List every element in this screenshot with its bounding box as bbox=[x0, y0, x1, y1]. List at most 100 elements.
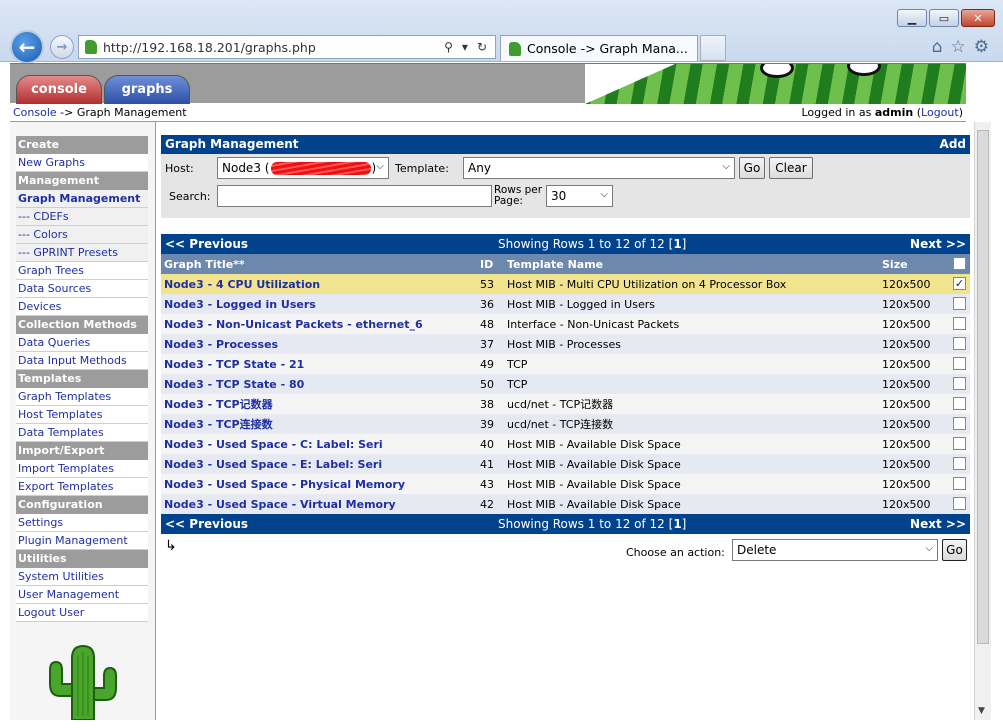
sidebar-item-graph-management[interactable]: Graph Management bbox=[16, 190, 148, 208]
search-input[interactable] bbox=[217, 185, 492, 207]
row-checkbox[interactable] bbox=[953, 437, 966, 450]
row-checkbox[interactable]: ✓ bbox=[953, 277, 966, 290]
row-checkbox[interactable] bbox=[953, 477, 966, 490]
graph-title-link[interactable]: Node3 - Used Space - Virtual Memory bbox=[164, 498, 396, 511]
graph-title-link[interactable]: Node3 - Used Space - C: Label: Seri bbox=[164, 438, 383, 451]
add-graph-link[interactable]: Add bbox=[940, 135, 966, 154]
sidebar-item-colors[interactable]: --- Colors bbox=[16, 226, 148, 244]
sidebar-item-new-graphs[interactable]: New Graphs bbox=[16, 154, 148, 172]
close-window-button[interactable]: ✕ bbox=[961, 9, 995, 27]
column-graph-title[interactable]: Graph Title** bbox=[164, 258, 245, 271]
sidebar-item-graph-trees[interactable]: Graph Trees bbox=[16, 262, 148, 280]
table-row[interactable]: Node3 - TCP记数器 38 ucd/net - TCP记数器 120x500 bbox=[161, 394, 970, 414]
previous-link[interactable]: << Previous bbox=[165, 237, 248, 251]
sidebar-item-settings[interactable]: Settings bbox=[16, 514, 148, 532]
tab-console[interactable]: console bbox=[16, 75, 102, 104]
table-row[interactable]: Node3 - Used Space - C: Label: Seri 40 Hos… bbox=[161, 434, 970, 454]
row-checkbox[interactable] bbox=[953, 457, 966, 470]
sidebar-item-plugin-management[interactable]: Plugin Management bbox=[16, 532, 148, 550]
graph-title-link[interactable]: Node3 - Logged in Users bbox=[164, 298, 316, 311]
table-row[interactable]: Node3 - TCP State - 21 49 TCP 120x500 bbox=[161, 354, 970, 374]
breadcrumb-console-link[interactable]: Console bbox=[13, 106, 57, 119]
tools-gear-icon[interactable]: ⚙ bbox=[974, 37, 989, 57]
column-id[interactable]: ID bbox=[480, 258, 493, 271]
graph-title-link[interactable]: Node3 - TCP State - 80 bbox=[164, 378, 304, 391]
row-checkbox[interactable] bbox=[953, 397, 966, 410]
graph-title-link[interactable]: Node3 - TCP连接数 bbox=[164, 416, 273, 432]
back-button[interactable]: ← bbox=[10, 30, 44, 64]
action-go-button[interactable]: Go bbox=[942, 539, 967, 561]
graph-id: 36 bbox=[480, 297, 494, 311]
maximize-button[interactable]: ▭ bbox=[929, 9, 959, 27]
template-name: TCP bbox=[507, 377, 528, 391]
home-icon[interactable]: ⌂ bbox=[932, 37, 943, 57]
sidebar-item-devices[interactable]: Devices bbox=[16, 298, 148, 316]
select-all-checkbox[interactable] bbox=[953, 257, 966, 270]
address-bar[interactable]: http://192.168.18.201/graphs.php ⚲ ▾ ↻ bbox=[78, 35, 496, 59]
table-row[interactable]: Node3 - Used Space - E: Label: Seri 41 Hos… bbox=[161, 454, 970, 474]
table-row[interactable]: Node3 - TCP连接数 39 ucd/net - TCP连接数 120x500 bbox=[161, 414, 970, 434]
scroll-down-icon[interactable]: ▼ bbox=[978, 706, 985, 716]
host-select[interactable]: Node3 () ⌵ bbox=[217, 157, 389, 179]
previous-link[interactable]: << Previous bbox=[165, 517, 248, 531]
search-icon[interactable]: ⚲ bbox=[444, 40, 453, 54]
graph-title-link[interactable]: Node3 - 4 CPU Utilization bbox=[164, 278, 320, 291]
graph-title-link[interactable]: Node3 - Processes bbox=[164, 338, 278, 351]
sidebar-item-cdefs[interactable]: --- CDEFs bbox=[16, 208, 148, 226]
row-checkbox[interactable] bbox=[953, 317, 966, 330]
tab-graphs[interactable]: graphs bbox=[104, 75, 190, 104]
column-template-name[interactable]: Template Name bbox=[507, 258, 603, 271]
graph-title-link[interactable]: Node3 - Non-Unicast Packets - ethernet_6 bbox=[164, 318, 423, 331]
row-checkbox[interactable] bbox=[953, 297, 966, 310]
sidebar-item-data-queries[interactable]: Data Queries bbox=[16, 334, 148, 352]
rows-per-page-select[interactable]: 30 ⌵ bbox=[546, 185, 613, 207]
sidebar-item-data-templates[interactable]: Data Templates bbox=[16, 424, 148, 442]
table-row[interactable]: Node3 - Used Space - Virtual Memory 42 Hos… bbox=[161, 494, 970, 514]
row-checkbox[interactable] bbox=[953, 377, 966, 390]
sidebar-item-export-templates[interactable]: Export Templates bbox=[16, 478, 148, 496]
page-scrollbar[interactable]: ▼ bbox=[974, 122, 991, 720]
next-link[interactable]: Next >> bbox=[910, 517, 966, 531]
graph-title-link[interactable]: Node3 - Used Space - Physical Memory bbox=[164, 478, 405, 491]
sidebar-item-data-sources[interactable]: Data Sources bbox=[16, 280, 148, 298]
next-link[interactable]: Next >> bbox=[910, 237, 966, 251]
row-checkbox[interactable] bbox=[953, 497, 966, 510]
action-select[interactable]: Delete ⌵ bbox=[732, 539, 938, 561]
minimize-button[interactable]: ▁ bbox=[897, 9, 927, 27]
refresh-icon[interactable]: ↻ bbox=[477, 40, 487, 54]
sidebar-item-user-management[interactable]: User Management bbox=[16, 586, 148, 604]
browser-tab[interactable]: Console -> Graph Mana... bbox=[500, 35, 698, 61]
url-text[interactable]: http://192.168.18.201/graphs.php bbox=[103, 40, 316, 55]
row-checkbox[interactable] bbox=[953, 357, 966, 370]
template-select[interactable]: Any ⌵ bbox=[463, 157, 735, 179]
row-checkbox[interactable] bbox=[953, 417, 966, 430]
table-row[interactable]: Node3 - TCP State - 80 50 TCP 120x500 bbox=[161, 374, 970, 394]
window-controls: ▁ ▭ ✕ bbox=[897, 9, 995, 27]
forward-button[interactable]: → bbox=[50, 35, 74, 59]
filter-row-host: Host: Node3 () ⌵ Template: Any ⌵ Go Clea… bbox=[161, 154, 970, 182]
clear-button[interactable]: Clear bbox=[769, 157, 813, 179]
logout-link[interactable]: Logout bbox=[921, 106, 959, 119]
new-tab-button[interactable] bbox=[700, 35, 726, 61]
scrollbar-thumb[interactable] bbox=[977, 130, 989, 644]
go-button[interactable]: Go bbox=[739, 157, 765, 179]
favorites-icon[interactable]: ☆ bbox=[951, 37, 966, 57]
sidebar-item-logout-user[interactable]: Logout User bbox=[16, 604, 148, 622]
table-row[interactable]: Node3 - Processes 37 Host MIB - Processes 1… bbox=[161, 334, 970, 354]
graph-title-link[interactable]: Node3 - TCP记数器 bbox=[164, 396, 273, 412]
table-row[interactable]: Node3 - Non-Unicast Packets - ethernet_6… bbox=[161, 314, 970, 334]
sidebar-item-gprint-presets[interactable]: --- GPRINT Presets bbox=[16, 244, 148, 262]
sidebar-item-host-templates[interactable]: Host Templates bbox=[16, 406, 148, 424]
sidebar-item-import-templates[interactable]: Import Templates bbox=[16, 460, 148, 478]
sidebar-item-data-input-methods[interactable]: Data Input Methods bbox=[16, 352, 148, 370]
graph-id: 42 bbox=[480, 497, 494, 511]
dropdown-icon[interactable]: ▾ bbox=[462, 40, 468, 54]
table-row[interactable]: Node3 - Logged in Users 36 Host MIB - Logg… bbox=[161, 294, 970, 314]
graph-title-link[interactable]: Node3 - Used Space - E: Label: Seri bbox=[164, 458, 382, 471]
graph-title-link[interactable]: Node3 - TCP State - 21 bbox=[164, 358, 304, 371]
row-checkbox[interactable] bbox=[953, 337, 966, 350]
sidebar-item-system-utilities[interactable]: System Utilities bbox=[16, 568, 148, 586]
table-row[interactable]: Node3 - Used Space - Physical Memory 43 Ho… bbox=[161, 474, 970, 494]
sidebar-item-graph-templates[interactable]: Graph Templates bbox=[16, 388, 148, 406]
table-row[interactable]: Node3 - 4 CPU Utilization 53 Host MIB - Mu… bbox=[161, 274, 970, 294]
